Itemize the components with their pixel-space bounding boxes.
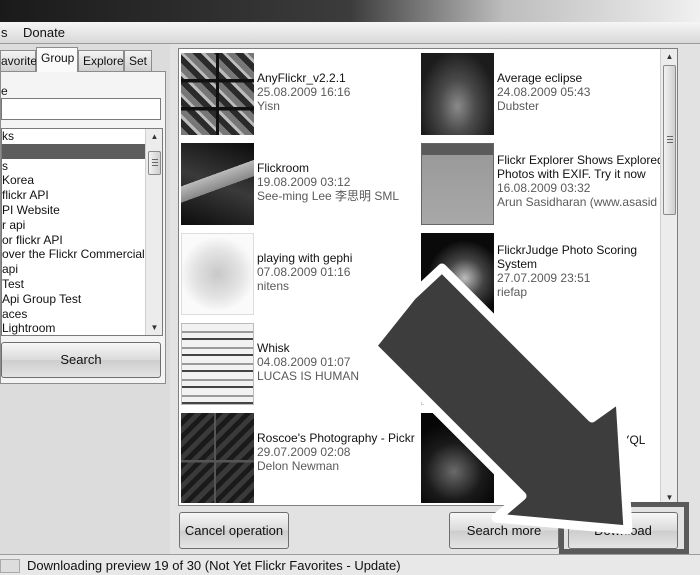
group-list-scrollbar[interactable]: ▲ ▼	[145, 129, 162, 335]
result-author: nitens	[257, 279, 290, 293]
list-item[interactable]: Api Group Test	[2, 292, 146, 307]
tab-set[interactable]: Set	[124, 50, 152, 71]
scroll-thumb[interactable]	[663, 65, 676, 215]
result-thumbnail	[421, 53, 494, 135]
result-title: AnyFlickr_v2.2.1	[257, 71, 346, 85]
result-thumbnail	[181, 143, 254, 225]
search-button[interactable]: Search	[1, 342, 161, 378]
list-item[interactable]: over the Flickr Commercial AF	[2, 247, 146, 262]
right-panel: AnyFlickr_v2.2.1 25.08.2009 16:16 Yisn A…	[170, 44, 700, 573]
scroll-thumb[interactable]	[148, 151, 161, 175]
result-title: Flickr Explorer Shows Explored	[497, 153, 664, 167]
result-thumbnail	[421, 143, 494, 225]
list-item[interactable]: s	[2, 159, 146, 174]
list-item[interactable]: Korea	[2, 173, 146, 188]
search-more-button[interactable]: Search more	[449, 512, 559, 549]
result-date: 24.08.2009 05:43	[497, 85, 591, 99]
result-thumbnail	[181, 53, 254, 135]
window-title-bar	[0, 0, 700, 22]
scroll-up-icon[interactable]: ▲	[147, 129, 162, 144]
result-author: Delon Newman	[257, 459, 340, 473]
result-date: 29.07.2009 02:08	[257, 445, 351, 459]
result-item[interactable]: Flickroom 19.08.2009 03:12 See-ming Lee …	[179, 139, 419, 227]
result-item[interactable]: AnyFlickr_v2.2.1 25.08.2009 16:16 Yisn	[179, 49, 419, 137]
list-item[interactable]: aces	[2, 307, 146, 322]
result-title-line2: Photos with EXIF. Try it now	[497, 167, 646, 181]
result-date: 07.08.2009 01:16	[257, 265, 351, 279]
result-title: Flickroom	[257, 161, 310, 175]
list-item[interactable]: Lightroom	[2, 321, 146, 335]
menu-item-tools[interactable]: s	[1, 25, 8, 40]
result-title: FlickrJudge Photo Scoring	[497, 243, 638, 257]
status-grip-icon	[0, 559, 20, 573]
result-title: Whisk	[257, 341, 290, 355]
list-header: ks	[2, 129, 14, 143]
download-selected-button[interactable]: Download selected	[568, 512, 678, 573]
result-title: Average eclipse	[497, 71, 583, 85]
group-search-input[interactable]	[1, 98, 161, 120]
result-item[interactable]: 13	[419, 319, 659, 407]
result-title: playing with gephi	[257, 251, 353, 265]
result-item[interactable]: Average eclipse 24.08.2009 05:43 Dubster	[419, 49, 659, 137]
result-item[interactable]: FlickrJudge Photo Scoring System 27.07.2…	[419, 229, 659, 317]
result-thumbnail	[181, 233, 254, 315]
result-date: 16.08.2009 03:32	[497, 181, 591, 195]
result-item[interactable]: playing with gephi 07.08.2009 01:16 nite…	[179, 229, 419, 317]
list-item-selected[interactable]	[2, 143, 146, 159]
list-item[interactable]: Test	[2, 277, 146, 292]
result-thumbnail	[181, 413, 254, 503]
tab-favorites[interactable]: avorites	[0, 50, 43, 71]
result-date: 25.08.2009 16:16	[257, 85, 351, 99]
result-author: See-ming Lee 李思明 SML	[257, 189, 400, 203]
result-item[interactable]: with YQL Earyo	[419, 409, 659, 505]
scroll-down-icon[interactable]: ▼	[147, 320, 162, 335]
result-date: 27.07.2009 23:51	[497, 271, 591, 285]
list-item[interactable]: PI Website	[2, 203, 146, 218]
result-thumbnail	[421, 323, 494, 405]
result-author: Yisn	[257, 99, 280, 113]
result-title-line2: System	[497, 257, 538, 271]
result-author: Arun Sasidharan (www.asasidh...	[497, 195, 657, 209]
status-bar: Downloading preview 19 of 30 (Not Yet Fl…	[0, 554, 700, 575]
group-name-label: e	[1, 84, 8, 98]
result-author: Dubster	[497, 99, 540, 113]
result-date: 13	[501, 341, 515, 355]
list-item[interactable]: flickr API	[2, 188, 146, 203]
tab-explore[interactable]: Explore	[78, 50, 124, 71]
menu-bar: s Donate	[0, 22, 700, 44]
result-item[interactable]: Roscoe's Photography - Pickr 29.07.2009 …	[179, 409, 419, 505]
result-title: Roscoe's Photography - Pickr	[257, 431, 415, 445]
result-item[interactable]: Flickr Explorer Shows Explored Photos wi…	[419, 139, 664, 227]
scroll-up-icon[interactable]: ▲	[662, 49, 677, 64]
result-author: riefap	[497, 285, 528, 299]
result-thumbnail	[421, 413, 494, 503]
group-list[interactable]: ks s Korea flickr API PI Website r api o…	[1, 128, 163, 336]
result-thumbnail	[181, 323, 254, 405]
left-panel: avorites Group Explore Set e ks s Korea …	[0, 44, 170, 554]
results-grid[interactable]: AnyFlickr_v2.2.1 25.08.2009 16:16 Yisn A…	[178, 48, 678, 506]
result-date: 04.08.2009 01:07	[257, 355, 351, 369]
group-tab-page: e ks s Korea flickr API PI Website r api…	[0, 71, 166, 384]
menu-item-donate[interactable]: Donate	[23, 25, 65, 40]
list-item[interactable]: r api	[2, 218, 146, 233]
result-item[interactable]: Whisk 04.08.2009 01:07 LUCAS IS HUMAN	[179, 319, 419, 407]
cancel-operation-button[interactable]: Cancel operation	[179, 512, 289, 549]
status-text: Downloading preview 19 of 30 (Not Yet Fl…	[27, 558, 401, 573]
list-item[interactable]: api	[2, 262, 146, 277]
result-author: LUCAS IS HUMAN	[257, 369, 360, 383]
list-item[interactable]: or flickr API	[2, 233, 146, 248]
tab-group[interactable]: Group	[36, 47, 78, 72]
result-thumbnail	[421, 233, 494, 315]
results-scrollbar[interactable]: ▲ ▼	[660, 49, 677, 505]
result-date: 19.08.2009 03:12	[257, 175, 351, 189]
